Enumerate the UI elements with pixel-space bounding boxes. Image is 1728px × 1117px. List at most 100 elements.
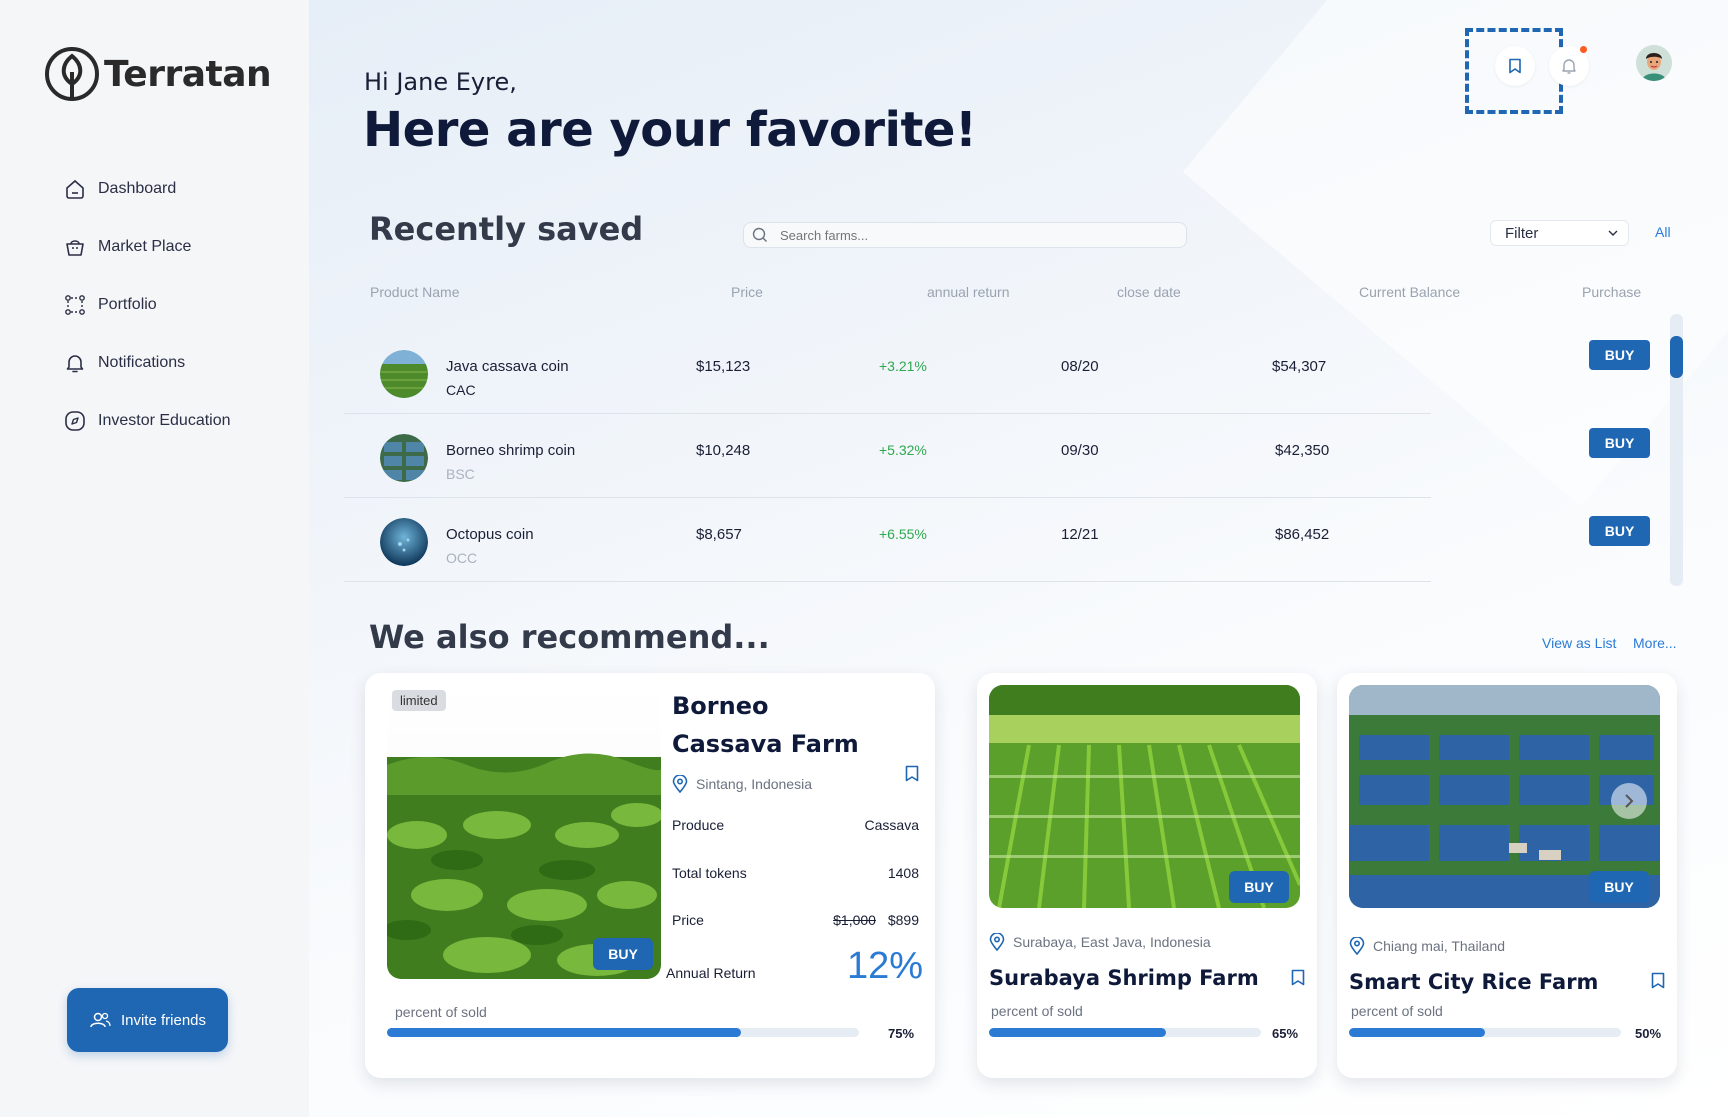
recommend-title: We also recommend... bbox=[369, 618, 770, 656]
farm-card-surabaya[interactable]: BUY Surabaya, East Java, Indonesia Surab… bbox=[977, 673, 1317, 1078]
notifications-button[interactable] bbox=[1549, 46, 1589, 86]
bookmark-icon[interactable] bbox=[905, 765, 919, 782]
column-header-balance[interactable]: Current Balance bbox=[1359, 284, 1460, 300]
buy-button[interactable]: BUY bbox=[1589, 871, 1649, 903]
location-pin-icon bbox=[672, 775, 688, 793]
coin-name: Borneo shrimp coin bbox=[446, 442, 576, 459]
percent-sold-label: percent of sold bbox=[1351, 1003, 1443, 1019]
invite-friends-button[interactable]: Invite friends bbox=[67, 988, 228, 1052]
sidebar-item-label: Portfolio bbox=[98, 296, 157, 313]
cassava-field-illustration bbox=[387, 685, 661, 979]
percent-sold-bar bbox=[387, 1028, 859, 1037]
percent-sold-label: percent of sold bbox=[991, 1003, 1083, 1019]
coin-name: Octopus coin bbox=[446, 526, 534, 543]
sidebar-item-label: Notifications bbox=[98, 354, 186, 371]
users-icon bbox=[90, 1012, 111, 1028]
chevron-right-icon bbox=[1625, 794, 1634, 808]
new-price: $899 bbox=[887, 912, 919, 928]
table-row[interactable]: Java cassava coin CAC $15,123 +3.21% 08/… bbox=[344, 330, 1431, 414]
percent-sold-fill bbox=[1349, 1028, 1485, 1037]
limited-badge: limited bbox=[392, 690, 446, 711]
percent-sold-fill bbox=[387, 1028, 741, 1037]
coin-balance: $42,350 bbox=[1275, 442, 1330, 459]
percent-sold-bar bbox=[1349, 1028, 1621, 1037]
column-header-purchase[interactable]: Purchase bbox=[1582, 284, 1641, 300]
cassava-farm-image: limited BUY bbox=[387, 685, 661, 979]
coin-price: $8,657 bbox=[696, 526, 742, 543]
table-row[interactable]: Octopus coin OCC $8,657 +6.55% 12/21 $86… bbox=[344, 498, 1431, 582]
coin-annual-return: +3.21% bbox=[879, 358, 927, 374]
shrimp-farm-image: BUY bbox=[989, 685, 1300, 908]
sidebar-item-label: Investor Education bbox=[98, 412, 231, 429]
shrimp-coin-thumbnail bbox=[380, 434, 428, 482]
coin-balance: $54,307 bbox=[1272, 358, 1327, 375]
farm-title: Surabaya Shrimp Farm bbox=[989, 966, 1259, 990]
bookmark-icon bbox=[1509, 58, 1521, 74]
filter-dropdown[interactable]: Filter bbox=[1490, 220, 1629, 246]
coin-price: $15,123 bbox=[696, 358, 751, 375]
page-title: Here are your favorite! bbox=[363, 102, 977, 158]
brand-logo[interactable]: Terratan bbox=[44, 46, 272, 102]
farm-location: Chiang mai, Thailand bbox=[1349, 937, 1505, 955]
sidebar-item-portfolio[interactable]: Portfolio bbox=[64, 276, 231, 334]
table-row[interactable]: Borneo shrimp coin BSC $10,248 +5.32% 09… bbox=[344, 414, 1431, 498]
sidebar-item-dashboard[interactable]: Dashboard bbox=[64, 160, 231, 218]
farm-title: Smart City Rice Farm bbox=[1349, 970, 1599, 994]
farm-location: Surabaya, East Java, Indonesia bbox=[989, 933, 1211, 951]
total-tokens-label: Total tokens bbox=[672, 865, 747, 881]
total-tokens-value: 1408 bbox=[887, 865, 919, 881]
sidebar-item-label: Market Place bbox=[98, 238, 192, 255]
cassava-coin-thumbnail bbox=[380, 350, 428, 398]
buy-button[interactable]: BUY bbox=[593, 938, 653, 970]
coin-symbol: BSC bbox=[446, 466, 475, 482]
buy-button[interactable]: BUY bbox=[1589, 516, 1650, 546]
column-header-annual-return[interactable]: annual return bbox=[927, 284, 1010, 300]
location-text: Surabaya, East Java, Indonesia bbox=[1013, 934, 1211, 950]
coin-close-date: 08/20 bbox=[1061, 358, 1099, 375]
rice-farm-image: BUY bbox=[1349, 685, 1660, 908]
featured-farm-card[interactable]: limited BUY Borneo Cassava Farm Sintang,… bbox=[365, 673, 935, 1078]
annual-return-label: Annual Return bbox=[666, 965, 756, 981]
percent-sold-bar bbox=[989, 1028, 1261, 1037]
buy-button[interactable]: BUY bbox=[1589, 428, 1650, 458]
avatar[interactable] bbox=[1636, 45, 1672, 81]
buy-button[interactable]: BUY bbox=[1589, 340, 1650, 370]
scrollbar-thumb[interactable] bbox=[1670, 336, 1683, 378]
notification-dot bbox=[1580, 46, 1587, 53]
bell-icon bbox=[66, 355, 84, 373]
search-input[interactable] bbox=[780, 227, 1160, 243]
chevron-down-icon bbox=[1608, 230, 1618, 236]
view-as-list-link[interactable]: View as List bbox=[1542, 635, 1616, 651]
column-header-close-date[interactable]: close date bbox=[1117, 284, 1181, 300]
column-header-product[interactable]: Product Name bbox=[370, 284, 459, 300]
sidebar-item-label: Dashboard bbox=[98, 180, 177, 197]
coin-close-date: 12/21 bbox=[1061, 526, 1099, 543]
bookmark-button[interactable] bbox=[1495, 46, 1535, 86]
recently-saved-title: Recently saved bbox=[369, 210, 644, 248]
table-scrollbar[interactable] bbox=[1670, 314, 1683, 586]
coin-balance: $86,452 bbox=[1275, 526, 1330, 543]
sidebar-item-notifications[interactable]: Notifications bbox=[64, 334, 231, 392]
search-box[interactable] bbox=[743, 222, 1187, 248]
farm-card-smart-city[interactable]: BUY Chiang mai, Thailand Smart City Rice… bbox=[1337, 673, 1677, 1078]
percent-sold-fill bbox=[989, 1028, 1166, 1037]
bookmark-icon[interactable] bbox=[1291, 969, 1305, 986]
sidebar-item-investor-education[interactable]: Investor Education bbox=[64, 392, 231, 450]
buy-button[interactable]: BUY bbox=[1229, 871, 1289, 903]
user-avatar-icon bbox=[1636, 45, 1672, 81]
basket-icon bbox=[66, 240, 84, 256]
sidebar-item-market-place[interactable]: Market Place bbox=[64, 218, 231, 276]
all-link[interactable]: All bbox=[1655, 224, 1671, 240]
featured-location: Sintang, Indonesia bbox=[672, 775, 812, 793]
price-values: $1,000 $899 bbox=[805, 912, 919, 928]
octopus-coin-thumbnail bbox=[380, 518, 428, 566]
carousel-next-button[interactable] bbox=[1611, 783, 1647, 819]
bookmark-icon[interactable] bbox=[1651, 972, 1665, 989]
column-header-price[interactable]: Price bbox=[731, 284, 763, 300]
more-link[interactable]: More... bbox=[1633, 635, 1677, 651]
coin-close-date: 09/30 bbox=[1061, 442, 1099, 459]
percent-sold-value: 75% bbox=[888, 1026, 915, 1041]
coin-symbol: OCC bbox=[446, 550, 478, 566]
percent-sold-value: 65% bbox=[1272, 1026, 1299, 1041]
percent-sold-value: 50% bbox=[1635, 1026, 1662, 1041]
